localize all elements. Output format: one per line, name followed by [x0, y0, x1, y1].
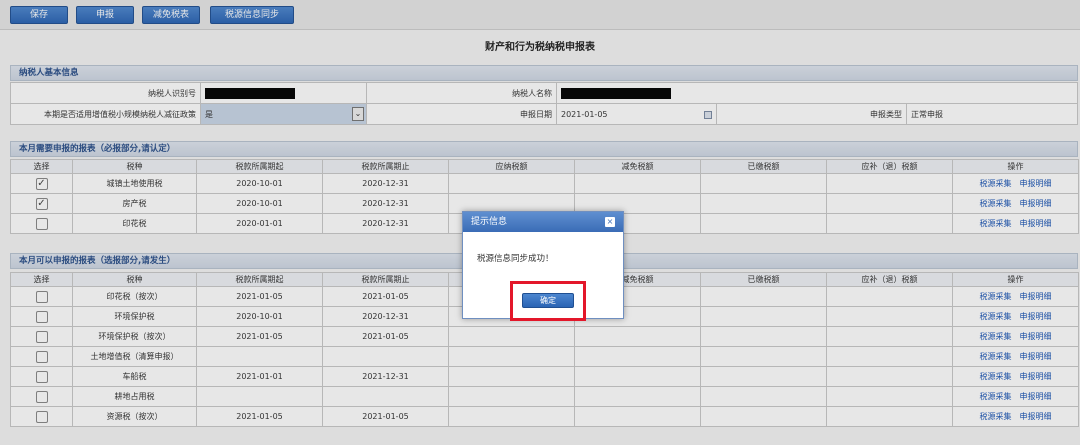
- dialog-header: 提示信息 ×: [463, 212, 623, 232]
- dialog-title: 提示信息: [471, 217, 508, 227]
- highlight-annotation: [510, 281, 586, 321]
- close-icon[interactable]: ×: [605, 217, 615, 227]
- dialog-message: 税源信息同步成功！: [477, 254, 554, 264]
- tax-declaration-page: 保存 申报 减免税表 税源信息同步 财产和行为税纳税申报表 纳税人基本信息 纳税…: [0, 0, 1080, 445]
